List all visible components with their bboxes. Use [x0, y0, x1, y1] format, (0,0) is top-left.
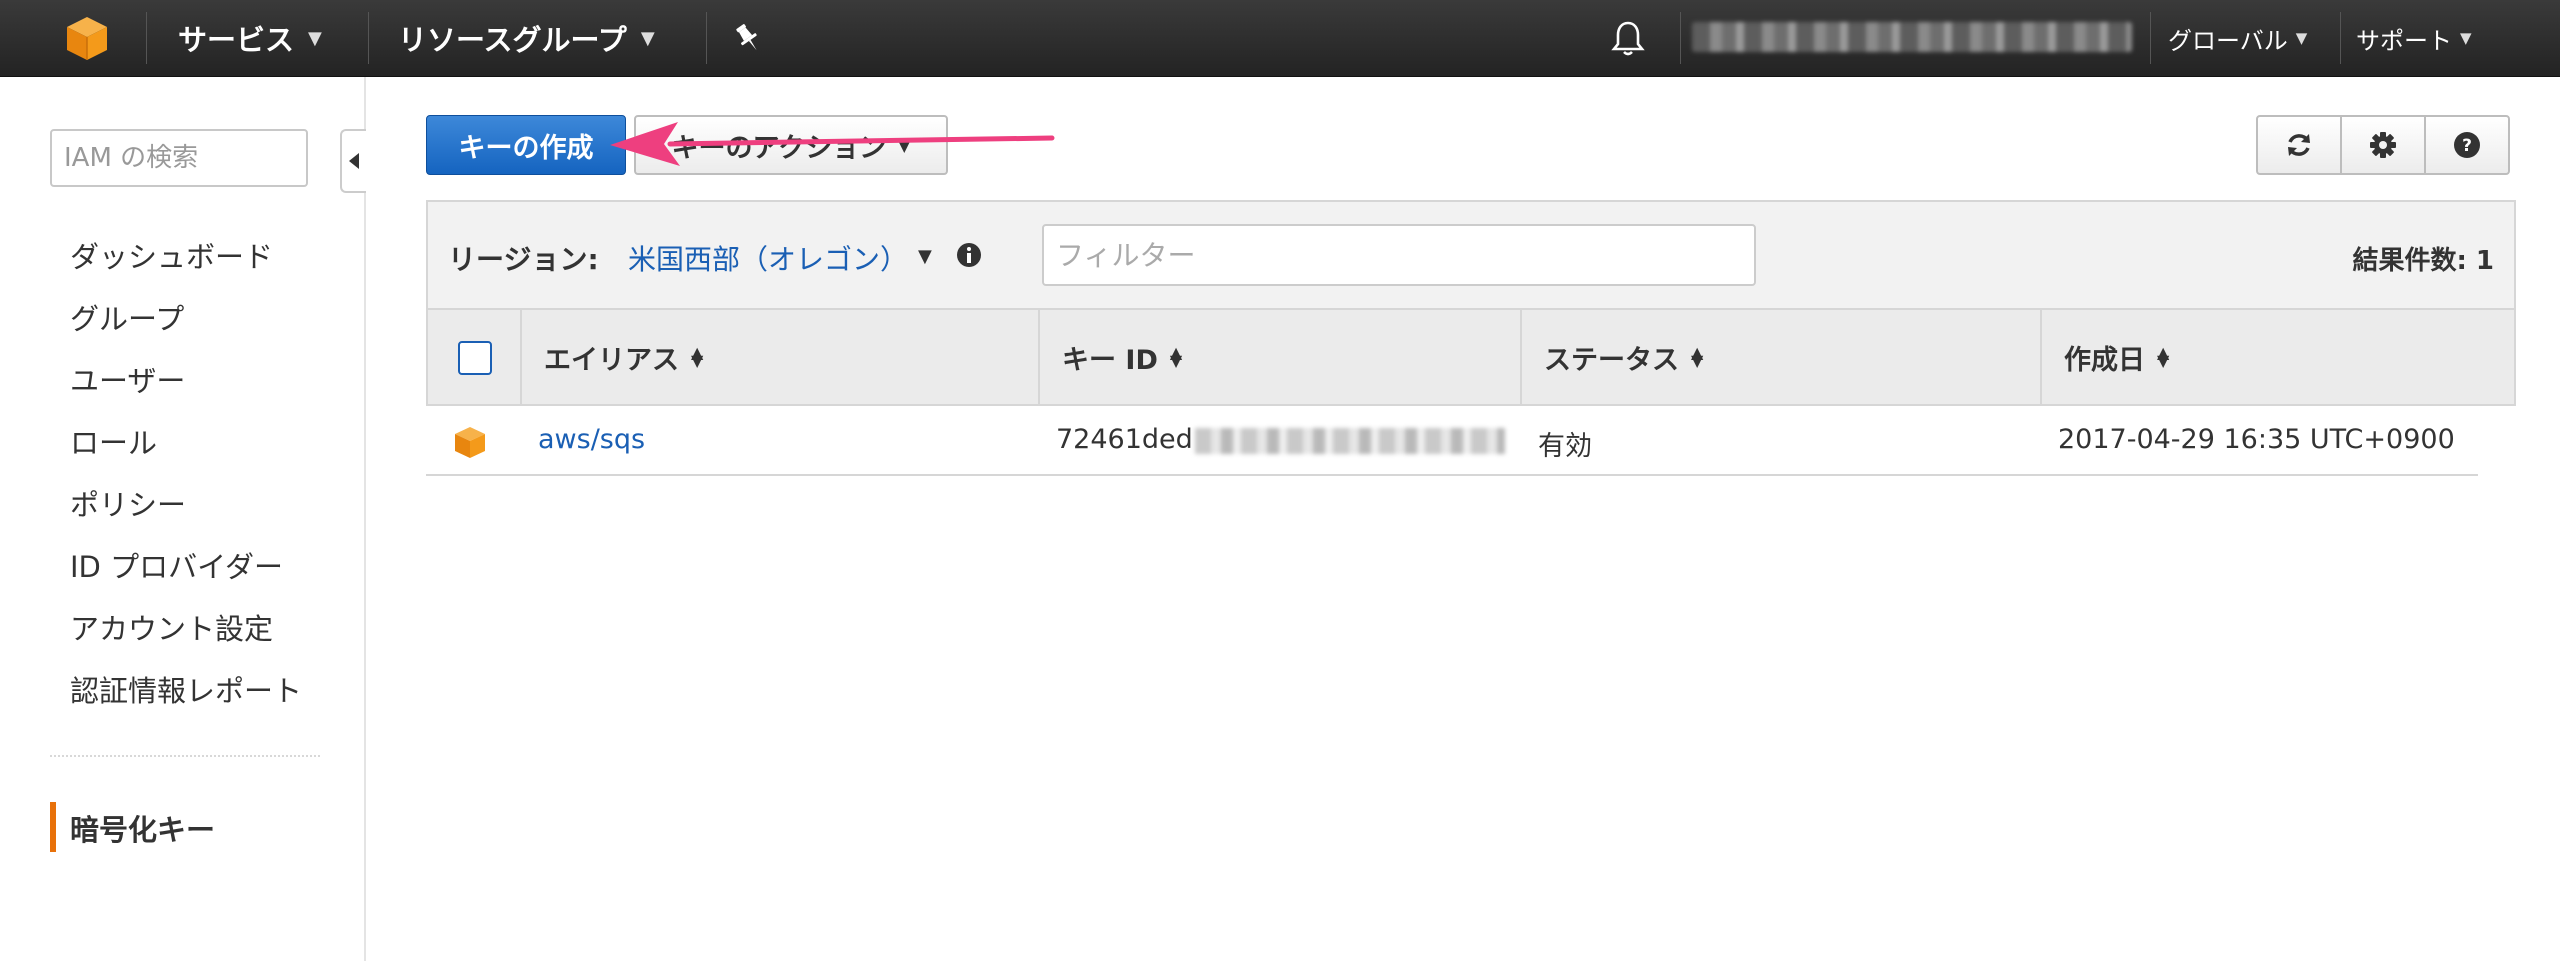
- column-header-label: エイリアス: [544, 344, 679, 376]
- table-header: エイリアス ▲ ▼ キー ID ▲ ▼ ステータス ▲ ▼ 作成日 ▲ ▼: [426, 310, 2516, 406]
- filter-bar: リージョン: 米国西部（オレゴン） ▼ 結果件数: 1: [426, 200, 2516, 310]
- iam-search-input[interactable]: [50, 129, 308, 187]
- column-header-key-id[interactable]: キー ID ▲ ▼: [1062, 310, 1182, 404]
- sidebar-item-groups[interactable]: グループ: [70, 296, 184, 338]
- nav-divider: [706, 12, 707, 64]
- gear-icon: [2370, 132, 2396, 158]
- column-header-label: キー ID: [1062, 344, 1158, 376]
- active-item-marker: [50, 802, 56, 852]
- svg-text:?: ?: [2462, 136, 2472, 156]
- sidebar-item-account-settings[interactable]: アカウント設定: [70, 606, 273, 648]
- support-label: サポート: [2356, 26, 2452, 55]
- column-divider: [1038, 310, 1040, 404]
- chevron-down-icon: ▼: [2460, 29, 2472, 47]
- key-actions-label: キーのアクション: [671, 132, 887, 164]
- result-count: 結果件数: 1: [2352, 246, 2494, 276]
- nav-divider: [1680, 12, 1681, 64]
- pushpin-icon[interactable]: [732, 20, 764, 56]
- help-icon: ?: [2454, 132, 2480, 158]
- sort-icon: ▲ ▼: [1169, 343, 1183, 370]
- sidebar: ダッシュボード グループ ユーザー ロール ポリシー ID プロバイダー アカウ…: [0, 77, 366, 961]
- chevron-down-icon[interactable]: ▼: [918, 246, 932, 267]
- bell-icon[interactable]: [1610, 18, 1646, 58]
- created-date-cell: 2017-04-29 16:35 UTC+0900: [2058, 424, 2455, 455]
- aws-cube-icon[interactable]: [62, 13, 112, 63]
- sidebar-item-credential-report[interactable]: 認証情報レポート: [70, 668, 302, 710]
- global-label: グローバル: [2168, 26, 2288, 55]
- global-region-menu[interactable]: グローバル ▼: [2168, 0, 2307, 76]
- sidebar-item-identity-providers[interactable]: ID プロバイダー: [70, 544, 283, 586]
- chevron-down-icon: ▼: [640, 27, 655, 49]
- chevron-down-icon: ▼: [2295, 29, 2308, 47]
- nav-divider: [2340, 12, 2341, 64]
- sidebar-divider: [50, 755, 320, 757]
- sidebar-collapse-button[interactable]: [340, 129, 366, 193]
- chevron-down-icon: ▼: [308, 27, 322, 49]
- key-cube-icon: [455, 427, 485, 458]
- select-all-checkbox[interactable]: [458, 341, 492, 375]
- key-alias-link[interactable]: aws/sqs: [538, 424, 645, 455]
- refresh-button[interactable]: [2256, 115, 2342, 175]
- create-key-button[interactable]: キーの作成: [426, 115, 626, 175]
- sidebar-item-encryption-keys[interactable]: 暗号化キー: [70, 807, 215, 849]
- sort-icon: ▲ ▼: [1691, 343, 1704, 370]
- sidebar-item-users[interactable]: ユーザー: [70, 358, 185, 400]
- resource-groups-label: リソースグループ: [398, 23, 627, 57]
- filter-input[interactable]: [1042, 224, 1756, 286]
- column-header-created[interactable]: 作成日 ▲ ▼: [2064, 310, 2169, 404]
- top-navigation-bar: サービス ▼ リソースグループ ▼ グローバル ▼ サポート ▼: [0, 0, 2560, 77]
- column-header-status[interactable]: ステータス ▲ ▼: [1544, 310, 1703, 404]
- refresh-icon: [2288, 134, 2310, 156]
- create-key-label: キーの作成: [458, 132, 594, 164]
- settings-button[interactable]: [2340, 115, 2426, 175]
- region-selector[interactable]: 米国西部（オレゴン）: [628, 238, 908, 278]
- key-id-text: 72461ded: [1056, 424, 1193, 455]
- nav-divider: [368, 12, 369, 64]
- support-menu[interactable]: サポート ▼: [2356, 0, 2472, 76]
- table-row[interactable]: aws/sqs 72461ded 有効 2017-04-29 16:35 UTC…: [426, 406, 2478, 476]
- column-header-label: ステータス: [1544, 344, 1679, 376]
- sort-icon: ▲ ▼: [691, 343, 704, 370]
- resource-groups-menu[interactable]: リソースグループ ▼: [398, 0, 655, 76]
- caret-left-icon: [349, 153, 359, 169]
- column-divider: [2040, 310, 2042, 404]
- nav-divider: [2150, 12, 2151, 64]
- help-button[interactable]: ?: [2424, 115, 2510, 175]
- status-cell: 有効: [1538, 431, 1592, 462]
- services-menu[interactable]: サービス ▼: [178, 0, 322, 76]
- column-divider: [1520, 310, 1522, 404]
- info-icon[interactable]: [954, 240, 984, 270]
- region-label: リージョン:: [448, 243, 599, 276]
- sidebar-item-policies[interactable]: ポリシー: [70, 482, 186, 524]
- column-divider: [520, 310, 522, 404]
- key-id-redacted: [1194, 427, 1505, 454]
- key-id-cell: 72461ded: [1056, 424, 1505, 455]
- sort-icon: ▲ ▼: [2157, 343, 2170, 370]
- sidebar-item-dashboard[interactable]: ダッシュボード: [70, 234, 273, 276]
- column-header-alias[interactable]: エイリアス ▲ ▼: [544, 310, 703, 404]
- services-label: サービス: [178, 23, 295, 57]
- chevron-down-icon: ▼: [898, 135, 911, 155]
- key-actions-button[interactable]: キーのアクション ▼: [634, 115, 948, 175]
- sidebar-item-roles[interactable]: ロール: [70, 420, 157, 462]
- account-name-redacted[interactable]: [1692, 22, 2132, 52]
- nav-divider: [146, 12, 147, 64]
- column-header-label: 作成日: [2064, 344, 2145, 376]
